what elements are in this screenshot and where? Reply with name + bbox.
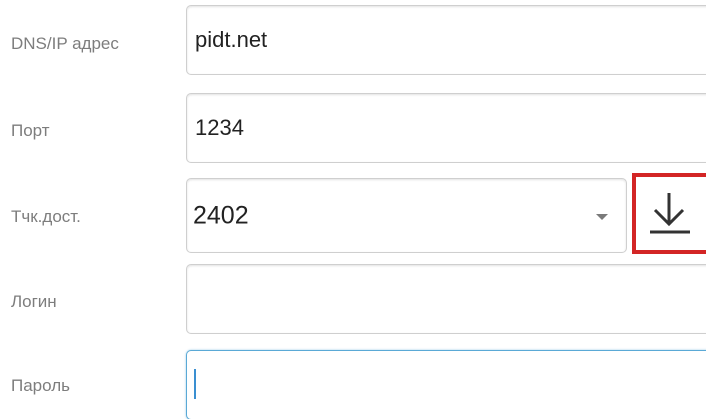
download-button[interactable]: [632, 173, 706, 254]
dns-label: DNS/IP адрес: [11, 34, 119, 53]
access-point-select[interactable]: 2402: [186, 178, 627, 253]
caret-down-icon: [596, 214, 608, 220]
port-label: Порт: [11, 121, 50, 140]
password-label: Пароль: [11, 376, 70, 395]
dns-ip-input[interactable]: pidt.net: [186, 5, 706, 75]
text-cursor: [194, 369, 196, 399]
port-input[interactable]: 1234: [186, 93, 706, 163]
connection-settings-form: DNS/IP адрес pidt.net Порт 1234 Тчк.дост…: [0, 0, 706, 419]
password-input[interactable]: [186, 350, 706, 419]
dns-ip-value: pidt.net: [195, 27, 268, 52]
port-value: 1234: [195, 115, 244, 140]
download-icon: [650, 193, 690, 234]
access-point-value: 2402: [193, 201, 249, 229]
login-label: Логин: [11, 292, 57, 311]
access-point-label: Тчк.дост.: [11, 207, 81, 226]
login-input[interactable]: [186, 264, 706, 334]
